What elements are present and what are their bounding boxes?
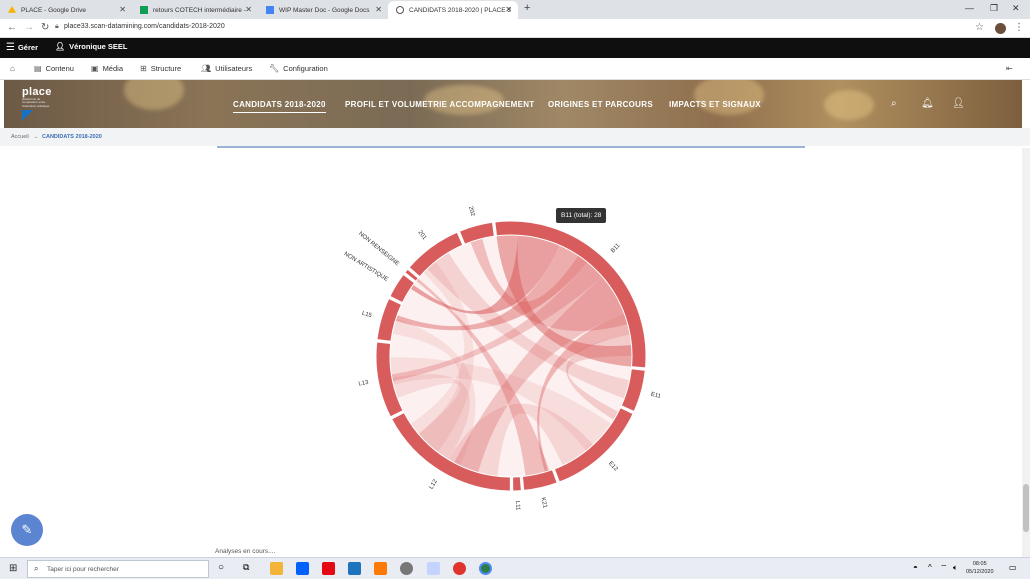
chord-label: L12 — [429, 478, 440, 490]
settings-gear-icon[interactable] — [400, 562, 413, 575]
chord-label: L13 — [358, 380, 370, 388]
mail-icon[interactable] — [348, 562, 361, 575]
status-text: Analyses en cours.... — [215, 548, 276, 555]
chord-label: K21 — [539, 497, 547, 509]
wifi-icon[interactable]: ⌔ — [940, 563, 948, 573]
file-explorer-icon[interactable] — [270, 562, 283, 575]
taskbar-search[interactable]: ⌕ Taper ici pour rechercher — [27, 560, 209, 578]
chord-label: E11 — [650, 392, 662, 401]
chord-label: 202 — [467, 206, 476, 218]
cortana-icon[interactable]: ○ — [218, 562, 224, 573]
pencil-icon: ✎ — [21, 522, 33, 537]
chord-label: 201 — [416, 230, 427, 242]
chord-label: L11 — [514, 501, 520, 511]
scrollbar-thumb[interactable] — [1023, 484, 1029, 532]
chord-diagram: B11E11E12K21L11L12L13L15NON ARTISTIQUENO… — [343, 206, 662, 511]
chord-label: E12 — [607, 461, 619, 473]
netflix-icon[interactable] — [322, 562, 335, 575]
chord-arc-l11[interactable] — [512, 476, 522, 492]
notifications-icon[interactable]: ▭ — [1009, 563, 1017, 572]
app-icon[interactable] — [374, 562, 387, 575]
windows-start-icon[interactable]: ⊞ — [9, 563, 17, 574]
chrome-active-icon[interactable] — [479, 562, 492, 575]
tray-expand-icon[interactable]: ^ — [928, 563, 932, 572]
taskbar: ⊞ ⌕ Taper ici pour rechercher ○ ⧉ ◓ ^ ⌔ … — [0, 557, 1030, 579]
network-icon[interactable]: ◓ — [913, 563, 918, 572]
task-view-icon[interactable]: ⧉ — [243, 562, 249, 573]
dropbox-icon[interactable] — [296, 562, 309, 575]
volume-icon[interactable]: 🔈︎ — [953, 563, 958, 573]
clock[interactable]: 08:05 05/12/2020 — [966, 560, 994, 576]
edit-fab-button[interactable]: ✎ — [11, 514, 43, 546]
chord-label: NON ARTISTIQUE — [343, 251, 389, 283]
chrome-icon[interactable] — [453, 562, 466, 575]
search-icon: ⌕ — [34, 564, 39, 573]
photos-icon[interactable] — [427, 562, 440, 575]
chord-label: L15 — [361, 311, 373, 320]
chord-tooltip: B11 (total): 28 — [556, 208, 607, 223]
chord-label: B11 — [610, 242, 622, 254]
